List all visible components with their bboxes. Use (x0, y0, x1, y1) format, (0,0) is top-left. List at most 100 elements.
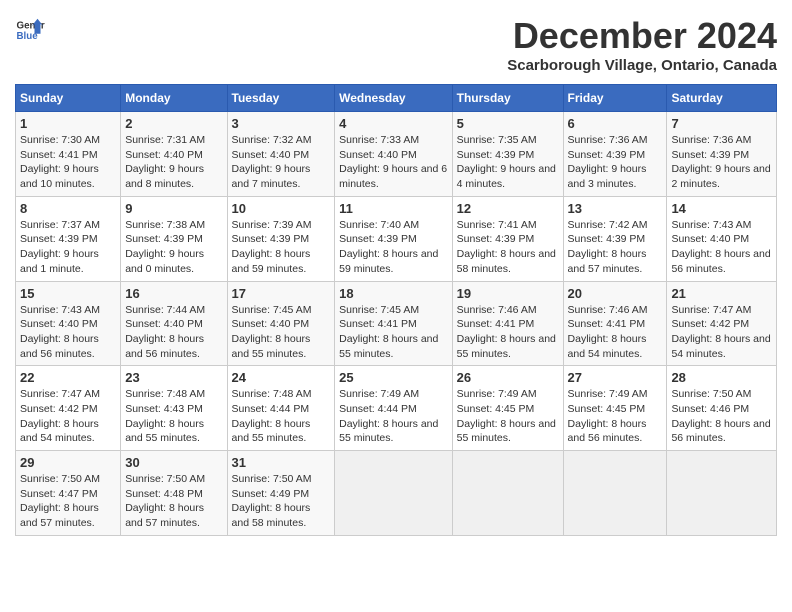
day-of-week-header: Tuesday (227, 85, 335, 112)
day-number: 21 (671, 286, 772, 301)
svg-text:General: General (17, 21, 46, 32)
calendar-week-row: 1 Sunrise: 7:30 AMSunset: 4:41 PMDaylight… (16, 112, 777, 197)
day-number: 8 (20, 201, 116, 216)
day-number: 18 (339, 286, 448, 301)
day-number: 23 (125, 370, 222, 385)
calendar-table: SundayMondayTuesdayWednesdayThursdayFrid… (15, 84, 777, 536)
calendar-cell: 9 Sunrise: 7:38 AMSunset: 4:39 PMDaylight… (121, 196, 227, 281)
logo: General Blue (15, 15, 45, 45)
day-of-week-header: Monday (121, 85, 227, 112)
calendar-cell: 11 Sunrise: 7:40 AMSunset: 4:39 PMDayligh… (335, 196, 453, 281)
day-info: Sunrise: 7:47 AMSunset: 4:42 PMDaylight:… (20, 387, 116, 446)
day-of-week-header: Sunday (16, 85, 121, 112)
calendar-cell: 10Sunrise: 7:39 AMSunset: 4:39 PMDayligh… (227, 196, 335, 281)
calendar-cell: 21 Sunrise: 7:47 AMSunset: 4:42 PMDayligh… (667, 281, 777, 366)
day-of-week-header: Saturday (667, 85, 777, 112)
calendar-cell: 24 Sunrise: 7:48 AMSunset: 4:44 PMDayligh… (227, 366, 335, 451)
day-info: Sunrise: 7:50 AMSunset: 4:47 PMDaylight:… (20, 472, 116, 531)
calendar-cell: 14 Sunrise: 7:43 AMSunset: 4:40 PMDayligh… (667, 196, 777, 281)
day-info: Sunrise: 7:36 AMSunset: 4:39 PMDaylight:… (568, 133, 663, 192)
day-info: Sunrise: 7:44 AMSunset: 4:40 PMDaylight:… (125, 303, 222, 362)
calendar-cell: 25Sunrise: 7:49 AMSunset: 4:44 PMDayligh… (335, 366, 453, 451)
day-number: 29 (20, 455, 116, 470)
calendar-week-row: 15 Sunrise: 7:43 AMSunset: 4:40 PMDayligh… (16, 281, 777, 366)
calendar-cell: 13 Sunrise: 7:42 AMSunset: 4:39 PMDayligh… (563, 196, 667, 281)
day-number: 4 (339, 116, 448, 131)
calendar-week-row: 8 Sunrise: 7:37 AMSunset: 4:39 PMDaylight… (16, 196, 777, 281)
day-number: 20 (568, 286, 663, 301)
calendar-cell: 23 Sunrise: 7:48 AMSunset: 4:43 PMDayligh… (121, 366, 227, 451)
calendar-cell: 7 Sunrise: 7:36 AMSunset: 4:39 PMDaylight… (667, 112, 777, 197)
day-number: 14 (671, 201, 772, 216)
calendar-week-row: 22 Sunrise: 7:47 AMSunset: 4:42 PMDayligh… (16, 366, 777, 451)
calendar-cell: 12 Sunrise: 7:41 AMSunset: 4:39 PMDayligh… (452, 196, 563, 281)
day-info: Sunrise: 7:30 AMSunset: 4:41 PMDaylight:… (20, 133, 116, 192)
day-number: 28 (671, 370, 772, 385)
calendar-cell: 17 Sunrise: 7:45 AMSunset: 4:40 PMDayligh… (227, 281, 335, 366)
calendar-cell: 30Sunrise: 7:50 AMSunset: 4:48 PMDayligh… (121, 451, 227, 536)
page-header: General Blue December 2024 Scarborough V… (15, 15, 777, 74)
header-row: SundayMondayTuesdayWednesdayThursdayFrid… (16, 85, 777, 112)
day-info: Sunrise: 7:50 AMSunset: 4:49 PMDaylight:… (232, 472, 331, 531)
calendar-cell: 26Sunrise: 7:49 AMSunset: 4:45 PMDayligh… (452, 366, 563, 451)
day-info: Sunrise: 7:45 AMSunset: 4:40 PMDaylight:… (232, 303, 331, 362)
day-number: 9 (125, 201, 222, 216)
day-number: 6 (568, 116, 663, 131)
calendar-cell: 8 Sunrise: 7:37 AMSunset: 4:39 PMDaylight… (16, 196, 121, 281)
day-number: 25 (339, 370, 448, 385)
calendar-cell: 18Sunrise: 7:45 AMSunset: 4:41 PMDayligh… (335, 281, 453, 366)
day-number: 5 (457, 116, 559, 131)
day-number: 19 (457, 286, 559, 301)
day-info: Sunrise: 7:47 AMSunset: 4:42 PMDaylight:… (671, 303, 772, 362)
calendar-cell (335, 451, 453, 536)
calendar-cell: 28 Sunrise: 7:50 AMSunset: 4:46 PMDayligh… (667, 366, 777, 451)
day-number: 24 (232, 370, 331, 385)
day-info: Sunrise: 7:33 AMSunset: 4:40 PMDaylight:… (339, 133, 448, 192)
day-info: Sunrise: 7:48 AMSunset: 4:44 PMDaylight:… (232, 387, 331, 446)
day-number: 12 (457, 201, 559, 216)
day-info: Sunrise: 7:32 AMSunset: 4:40 PMDaylight:… (232, 133, 331, 192)
day-info: Sunrise: 7:46 AMSunset: 4:41 PMDaylight:… (457, 303, 559, 362)
calendar-cell: 20 Sunrise: 7:46 AMSunset: 4:41 PMDayligh… (563, 281, 667, 366)
day-info: Sunrise: 7:48 AMSunset: 4:43 PMDaylight:… (125, 387, 222, 446)
day-info: Sunrise: 7:43 AMSunset: 4:40 PMDaylight:… (671, 218, 772, 277)
day-number: 13 (568, 201, 663, 216)
calendar-cell: 19 Sunrise: 7:46 AMSunset: 4:41 PMDayligh… (452, 281, 563, 366)
calendar-cell: 29 Sunrise: 7:50 AMSunset: 4:47 PMDayligh… (16, 451, 121, 536)
day-info: Sunrise: 7:42 AMSunset: 4:39 PMDaylight:… (568, 218, 663, 277)
day-number: 10 (232, 201, 331, 216)
day-info: Sunrise: 7:38 AMSunset: 4:39 PMDaylight:… (125, 218, 222, 277)
logo-icon: General Blue (15, 15, 45, 45)
calendar-cell: 5Sunrise: 7:35 AMSunset: 4:39 PMDaylight… (452, 112, 563, 197)
day-number: 3 (232, 116, 331, 131)
location-title: Scarborough Village, Ontario, Canada (507, 57, 777, 74)
day-info: Sunrise: 7:36 AMSunset: 4:39 PMDaylight:… (671, 133, 772, 192)
day-number: 11 (339, 201, 448, 216)
calendar-cell: 3 Sunrise: 7:32 AMSunset: 4:40 PMDaylight… (227, 112, 335, 197)
day-number: 17 (232, 286, 331, 301)
day-number: 7 (671, 116, 772, 131)
day-info: Sunrise: 7:49 AMSunset: 4:45 PMDaylight:… (568, 387, 663, 446)
day-info: Sunrise: 7:37 AMSunset: 4:39 PMDaylight:… (20, 218, 116, 277)
day-number: 2 (125, 116, 222, 131)
day-of-week-header: Friday (563, 85, 667, 112)
calendar-cell: 15 Sunrise: 7:43 AMSunset: 4:40 PMDayligh… (16, 281, 121, 366)
calendar-cell (452, 451, 563, 536)
day-info: Sunrise: 7:41 AMSunset: 4:39 PMDaylight:… (457, 218, 559, 277)
calendar-cell: 27Sunrise: 7:49 AMSunset: 4:45 PMDayligh… (563, 366, 667, 451)
day-number: 31 (232, 455, 331, 470)
day-info: Sunrise: 7:46 AMSunset: 4:41 PMDaylight:… (568, 303, 663, 362)
calendar-cell (563, 451, 667, 536)
day-info: Sunrise: 7:50 AMSunset: 4:46 PMDaylight:… (671, 387, 772, 446)
day-info: Sunrise: 7:43 AMSunset: 4:40 PMDaylight:… (20, 303, 116, 362)
day-info: Sunrise: 7:31 AMSunset: 4:40 PMDaylight:… (125, 133, 222, 192)
day-of-week-header: Thursday (452, 85, 563, 112)
day-number: 22 (20, 370, 116, 385)
calendar-cell: 4 Sunrise: 7:33 AMSunset: 4:40 PMDaylight… (335, 112, 453, 197)
day-of-week-header: Wednesday (335, 85, 453, 112)
calendar-cell: 6 Sunrise: 7:36 AMSunset: 4:39 PMDaylight… (563, 112, 667, 197)
day-number: 15 (20, 286, 116, 301)
day-number: 1 (20, 116, 116, 131)
calendar-cell: 31 Sunrise: 7:50 AMSunset: 4:49 PMDayligh… (227, 451, 335, 536)
day-info: Sunrise: 7:40 AMSunset: 4:39 PMDaylight:… (339, 218, 448, 277)
